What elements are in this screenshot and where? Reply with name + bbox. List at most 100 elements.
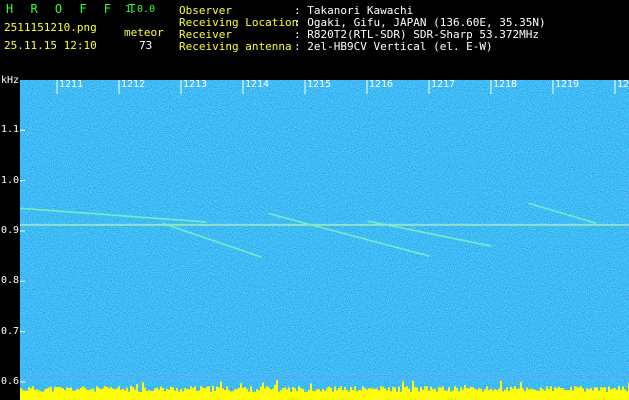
signal-level-bar xyxy=(50,386,52,400)
signal-level-bar xyxy=(146,391,148,400)
signal-level-bar xyxy=(350,386,352,400)
signal-level-bar xyxy=(392,387,394,400)
signal-level-bar xyxy=(436,391,438,400)
signal-level-bar xyxy=(214,390,216,400)
signal-level-bar xyxy=(20,388,22,400)
signal-level-bar xyxy=(370,388,372,400)
signal-level-bar xyxy=(92,388,94,400)
signal-level-bar xyxy=(390,391,392,400)
signal-level-bar xyxy=(450,391,452,400)
signal-level-bar xyxy=(208,386,210,400)
signal-level-bar xyxy=(62,388,64,400)
signal-level-bar xyxy=(416,387,418,400)
signal-level-bar xyxy=(342,390,344,400)
signal-level-bar xyxy=(200,386,202,400)
signal-level-bar xyxy=(322,388,324,400)
signal-level-bar xyxy=(166,388,168,400)
signal-level-bar xyxy=(134,389,136,400)
time-tick-label: 1212 xyxy=(121,79,146,90)
signal-level-bar xyxy=(608,386,610,400)
signal-level-bar xyxy=(292,386,294,400)
signal-level-bar xyxy=(404,386,406,400)
signal-level-bar xyxy=(470,387,472,400)
signal-level-bar xyxy=(226,386,228,400)
signal-level-bar xyxy=(510,386,512,400)
signal-level-bar xyxy=(316,389,318,400)
signal-level-bar xyxy=(552,391,554,400)
y-tick-label: 0.9 xyxy=(1,224,20,236)
signal-level-bar xyxy=(462,389,464,400)
signal-level-bar xyxy=(488,389,490,400)
signal-level-bar xyxy=(206,386,208,400)
spectrogram-plot xyxy=(19,80,629,400)
signal-level-bar xyxy=(614,387,616,400)
signal-level-bar xyxy=(480,388,482,400)
signal-level-bar xyxy=(196,390,198,400)
signal-level-bar xyxy=(586,388,588,400)
signal-level-bar xyxy=(354,386,356,400)
signal-level-bar xyxy=(110,386,112,400)
signal-level-bar xyxy=(484,389,486,400)
signal-level-bar xyxy=(564,390,566,400)
time-tick-label: 1214 xyxy=(245,79,270,90)
signal-level-bar xyxy=(440,387,442,400)
signal-level-bar xyxy=(158,389,160,400)
signal-level-bar xyxy=(192,388,194,400)
signal-level-bar xyxy=(86,389,88,400)
signal-level-bar xyxy=(126,387,128,400)
signal-level-bar xyxy=(48,387,50,400)
signal-level-bar xyxy=(326,388,328,400)
signal-level-bar xyxy=(38,390,40,400)
signal-level-bar xyxy=(284,387,286,400)
signal-level-bar xyxy=(532,389,534,400)
signal-level-bar xyxy=(304,391,306,400)
signal-level-bar xyxy=(506,387,508,400)
signal-level-bar xyxy=(250,386,252,400)
signal-level-bar xyxy=(528,389,530,400)
signal-level-bar xyxy=(242,388,244,400)
signal-level-bar xyxy=(574,386,576,400)
signal-level-bar xyxy=(30,388,32,400)
signal-level-bar xyxy=(580,386,582,400)
signal-level-bar xyxy=(364,388,366,400)
signal-level-bar xyxy=(306,391,308,400)
signal-level-bar xyxy=(604,387,606,400)
signal-level-bar xyxy=(24,390,26,400)
signal-level-bar xyxy=(218,387,220,400)
time-tick-label: 1211 xyxy=(59,79,84,90)
signal-level-bar xyxy=(142,382,144,400)
signal-level-bar xyxy=(406,386,408,400)
signal-level-bar xyxy=(568,390,570,400)
signal-level-bar xyxy=(402,381,404,400)
signal-level-bar xyxy=(138,391,140,400)
signal-level-bar xyxy=(128,391,130,400)
signal-level-bar xyxy=(594,387,596,400)
signal-level-bar xyxy=(252,391,254,400)
signal-level-bar xyxy=(516,388,518,400)
signal-level-bar xyxy=(286,389,288,400)
signal-level-bar xyxy=(178,391,180,400)
signal-level-bar xyxy=(172,387,174,400)
signal-level-bar xyxy=(156,387,158,400)
signal-level-bar xyxy=(182,391,184,400)
signal-level-bar xyxy=(430,386,432,400)
signal-level-bar xyxy=(64,390,66,400)
signal-level-bar xyxy=(442,386,444,400)
signal-level-bar xyxy=(254,391,256,400)
signal-level-bar xyxy=(336,390,338,400)
signal-level-bar xyxy=(160,386,162,400)
signal-level-bar xyxy=(414,387,416,400)
y-tick-label: 1.0 xyxy=(1,174,20,186)
signal-level-bar xyxy=(58,386,60,400)
signal-level-bar xyxy=(308,389,310,400)
signal-level-bar xyxy=(432,389,434,400)
signal-level-bar xyxy=(624,389,626,400)
signal-level-bar xyxy=(334,386,336,400)
signal-level-bar xyxy=(170,387,172,400)
signal-level-bar xyxy=(272,388,274,400)
signal-level-bar xyxy=(542,389,544,400)
signal-level-bar xyxy=(42,391,44,400)
signal-level-bar xyxy=(340,386,342,400)
y-tick-label: 0.7 xyxy=(1,325,20,337)
signal-level-bar xyxy=(386,390,388,400)
